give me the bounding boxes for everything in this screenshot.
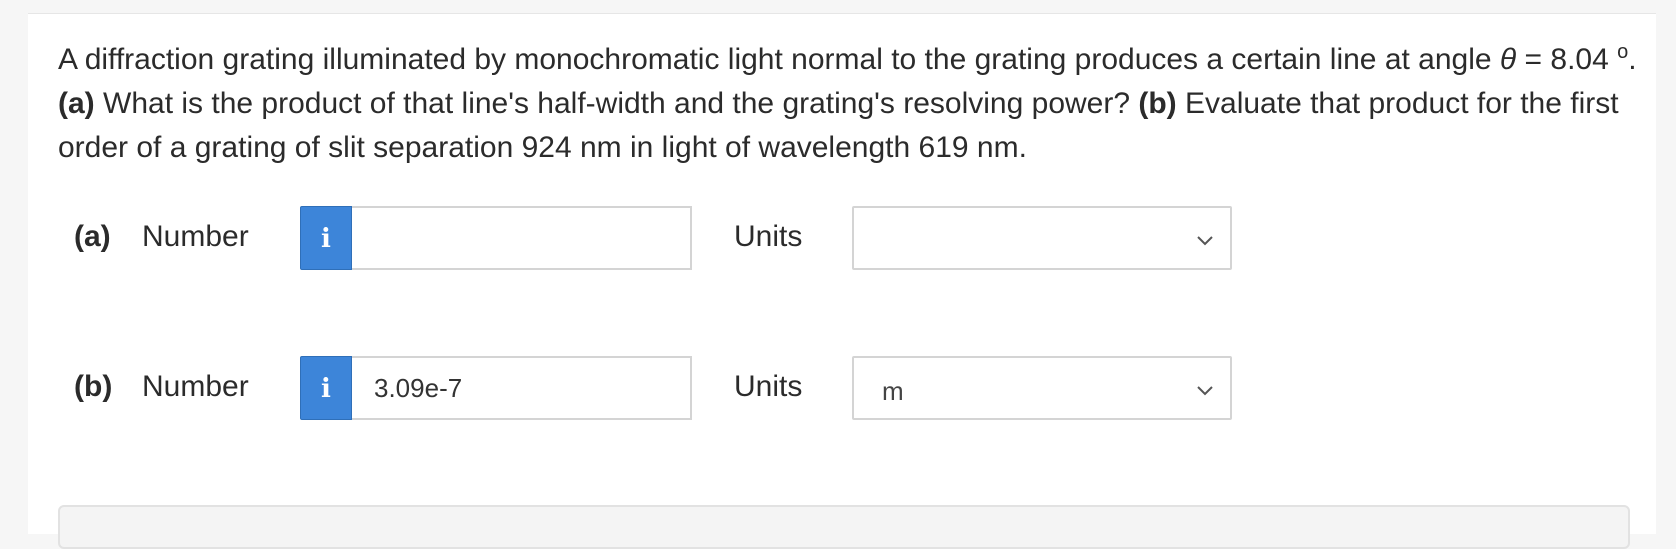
units-select-b[interactable]: m xyxy=(852,356,1232,420)
part-a-question: What is the product of that line's half-… xyxy=(94,87,1139,120)
part-label: (b) xyxy=(74,370,113,403)
bottom-panel xyxy=(58,505,1630,549)
angle-value: = 8.04 xyxy=(1516,43,1618,76)
part-label: (a) xyxy=(74,220,111,253)
chevron-down-icon xyxy=(1197,236,1213,246)
part-a-tag: (a) xyxy=(58,87,95,120)
number-input-b[interactable] xyxy=(352,356,692,420)
number-label: Number xyxy=(142,370,249,403)
info-icon[interactable]: i xyxy=(300,206,352,270)
answer-row-a: (a) Number i Units xyxy=(74,206,1274,272)
info-icon[interactable]: i xyxy=(300,356,352,420)
question-intro: A diffraction grating illuminated by mon… xyxy=(58,43,1500,76)
units-select-a[interactable] xyxy=(852,206,1232,270)
number-label: Number xyxy=(142,220,249,253)
units-selected-value: m xyxy=(882,376,904,406)
number-input-a[interactable] xyxy=(352,206,692,270)
theta-symbol: θ xyxy=(1499,43,1517,76)
degree-symbol: o xyxy=(1617,41,1629,63)
units-label: Units xyxy=(734,370,803,403)
chevron-down-icon xyxy=(1197,386,1213,396)
question-text: A diffraction grating illuminated by mon… xyxy=(58,30,1638,170)
question-sep: . xyxy=(1628,43,1637,76)
units-label: Units xyxy=(734,220,803,253)
answer-row-b: (b) Number i Units m xyxy=(74,356,1274,422)
part-b-tag: (b) xyxy=(1138,87,1177,120)
